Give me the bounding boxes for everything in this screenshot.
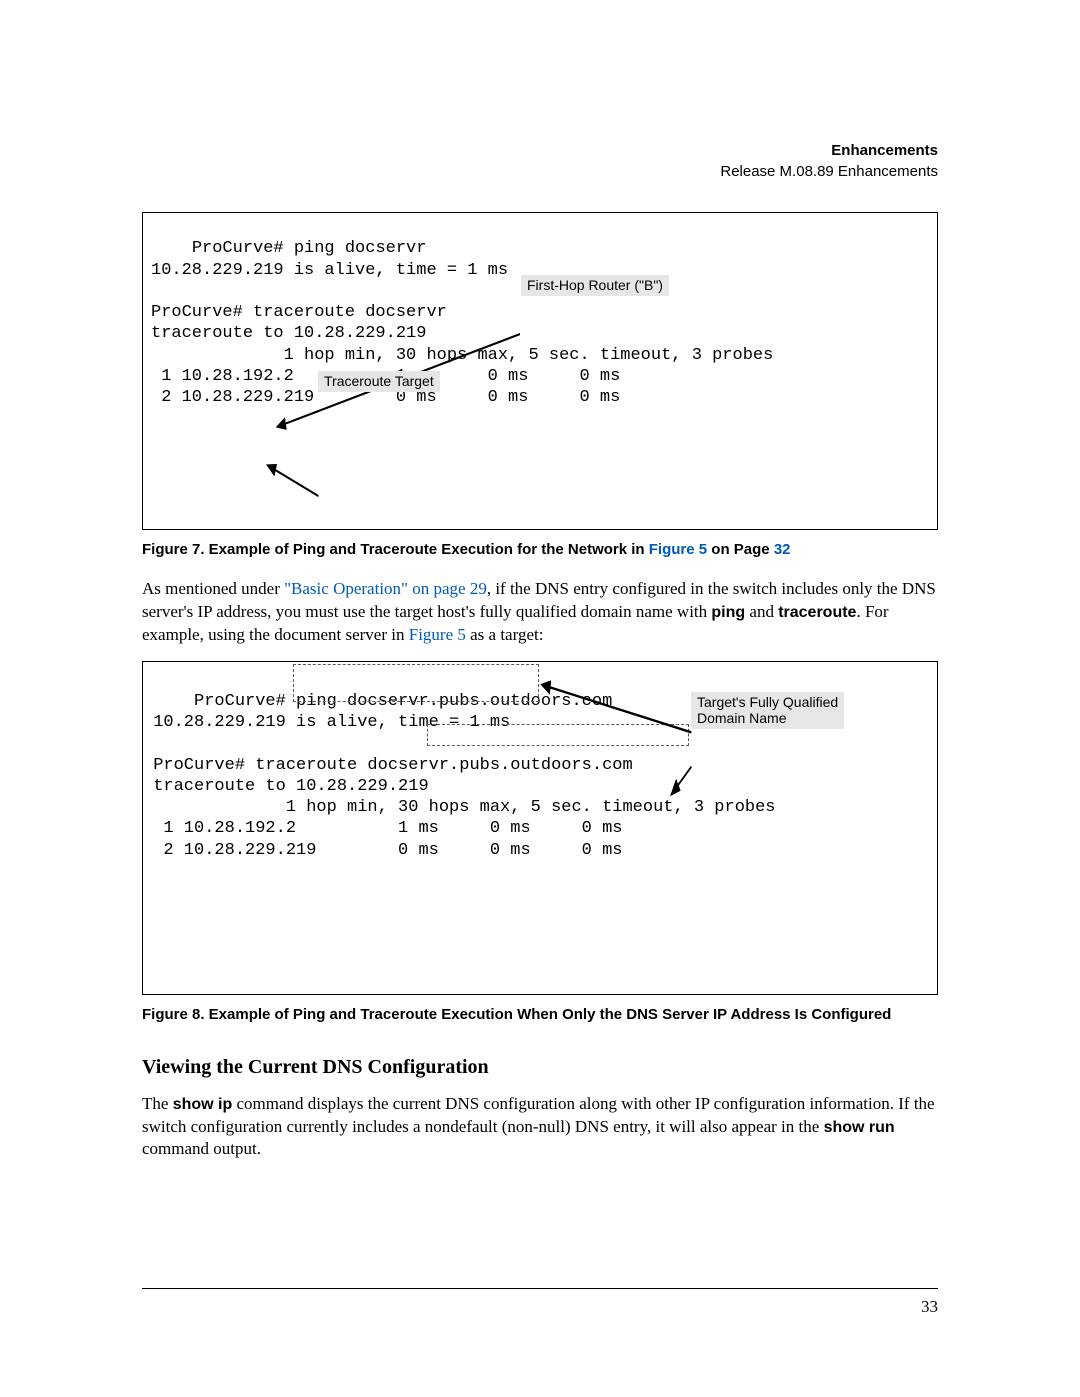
header-subtitle: Release M.08.89 Enhancements xyxy=(720,163,938,180)
figure7-caption-link2[interactable]: 32 xyxy=(774,541,791,558)
callout-first-hop-router: First-Hop Router ("B") xyxy=(521,275,669,296)
paragraph-2: The show ip command displays the current… xyxy=(142,1093,938,1162)
figure7-code: ProCurve# ping docservr 10.28.229.219 is… xyxy=(151,239,773,407)
figure7-codebox: ProCurve# ping docservr 10.28.229.219 is… xyxy=(142,212,938,530)
header-title: Enhancements xyxy=(831,142,938,159)
page: Enhancements Release M.08.89 Enhancement… xyxy=(0,0,1080,1397)
figure7-caption-link1[interactable]: Figure 5 xyxy=(649,541,707,558)
dashbox-ping-fqdn xyxy=(293,664,539,702)
dashbox-traceroute-fqdn xyxy=(427,724,689,746)
footer-rule xyxy=(142,1288,938,1289)
figure8-code: ProCurve# ping docservr.pubs.outdoors.co… xyxy=(143,692,776,860)
subhead-viewing-dns: Viewing the Current DNS Configuration xyxy=(142,1054,938,1081)
page-header: Enhancements Release M.08.89 Enhancement… xyxy=(142,140,938,182)
callout-traceroute-target: Traceroute Target xyxy=(318,371,440,392)
page-number: 33 xyxy=(921,1296,938,1319)
figure8-caption: Figure 8. Example of Ping and Traceroute… xyxy=(142,1005,938,1025)
figure7-caption: Figure 7. Example of Ping and Traceroute… xyxy=(142,540,938,560)
paragraph-1: As mentioned under "Basic Operation" on … xyxy=(142,578,938,647)
link-figure5[interactable]: Figure 5 xyxy=(409,625,466,644)
link-basic-operation[interactable]: "Basic Operation" on page 29 xyxy=(284,579,487,598)
callout-fqdn: Target's Fully Qualified Domain Name xyxy=(691,692,844,730)
figure8-codebox: ProCurve# ping docservr.pubs.outdoors.co… xyxy=(142,661,938,996)
